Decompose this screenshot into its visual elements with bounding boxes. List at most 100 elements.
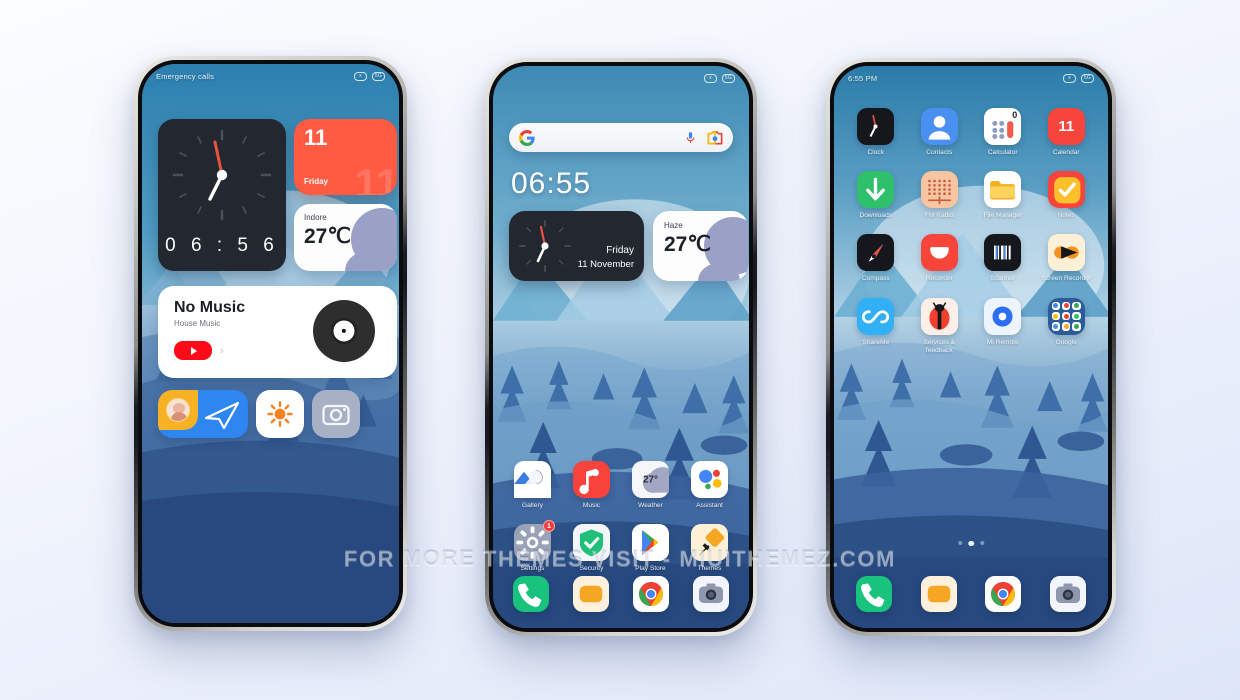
app-icon-security[interactable]: Security (562, 524, 621, 573)
themes-brush-icon (691, 524, 728, 562)
google-search-bar[interactable] (509, 123, 733, 152)
app-label: Notes (1057, 212, 1075, 220)
phone-2-status-bar: x 5G (493, 66, 749, 88)
app-icon-clock[interactable]: Clock (844, 108, 908, 157)
gear-icon: 1 (514, 520, 555, 562)
dock-icon-phone[interactable] (513, 576, 549, 612)
app-icon-gallery[interactable]: Gallery (503, 461, 562, 510)
status-icons: x 5G (703, 73, 735, 83)
app-icon-fm-radio[interactable]: FM Radio (908, 171, 972, 220)
dock-icon-chrome[interactable] (985, 576, 1022, 612)
app-icon-weather[interactable]: 27° Weather (621, 461, 680, 510)
shortcut-row (158, 390, 360, 438)
network-5g-icon: 5G (371, 71, 385, 81)
mi-remote-icon (984, 297, 1022, 335)
page-dot[interactable] (979, 541, 984, 546)
app-icon-calculator[interactable]: 0 Calculator (971, 108, 1035, 157)
app-icon-calendar[interactable]: 11 Calendar (1035, 108, 1099, 157)
music-widget[interactable]: No Music House Music › (158, 286, 397, 378)
app-icon-compass[interactable]: Compass (844, 234, 908, 283)
app-label: Clock (867, 149, 885, 156)
app-icon-screen-recorder[interactable]: Screen Recorder (1035, 234, 1099, 283)
app-icon-google[interactable]: Google (1035, 297, 1099, 355)
status-time-label: 6:55 PM (848, 73, 878, 83)
app-label: Compass (861, 275, 890, 283)
brightness-shortcut[interactable] (256, 390, 304, 438)
app-label: Settings (520, 565, 545, 573)
recorder-icon (920, 234, 958, 272)
contact-avatar-badge (158, 390, 198, 430)
status-icons: x 5G (353, 71, 385, 81)
clock-face (158, 119, 286, 231)
phone-3-screen: 6:55 PM x 5G Clock Contacts 0 Calculator 11 C… (834, 66, 1108, 628)
mute-icon: x (353, 71, 367, 81)
google-lens-icon[interactable] (707, 130, 723, 145)
google-folder-icon (1047, 297, 1085, 335)
page-dot[interactable] (968, 540, 974, 546)
sun-icon (267, 401, 293, 427)
weather-widget[interactable]: Indore 27℃ (294, 204, 397, 271)
app-label: Recorder (925, 275, 953, 283)
app-icon-music[interactable]: Music (562, 461, 621, 510)
app-grid: Clock Contacts 0 Calculator 11 Calendar Downlo… (844, 108, 1098, 355)
weather-temp-label: 27℃ (304, 225, 351, 248)
analog-clock-widget[interactable]: Friday 11 November (509, 211, 644, 281)
calendar-widget[interactable]: 11 11 Friday (294, 119, 397, 195)
home-clock-label: 06:55 (511, 167, 592, 200)
digital-time-label: 0 6 : 5 6 (165, 235, 279, 256)
dock-icon-messages[interactable] (573, 576, 609, 612)
app-label: Security (579, 565, 604, 573)
app-icon-play-store[interactable]: Play Store (621, 524, 680, 573)
barcode-scanner-icon (984, 234, 1022, 272)
folder-icon (984, 171, 1022, 209)
app-icon-file-manager[interactable]: File Manager (971, 171, 1035, 220)
app-icon-themes[interactable]: Themes (680, 524, 739, 573)
app-label: FM Radio (924, 212, 954, 220)
app-icon-services-feedback[interactable]: Services & feedback (908, 297, 972, 355)
page-dot[interactable] (958, 541, 963, 546)
vinyl-record-art (313, 300, 375, 362)
music-note-icon (573, 461, 610, 498)
clock-date-label: 11 November (577, 259, 634, 270)
phone-2-screen: x 5G 06:55 Friday 11 November Haze 27℃ G… (493, 66, 749, 628)
dock-icon-phone[interactable] (856, 576, 892, 612)
dock-icon-messages[interactable] (920, 576, 957, 612)
search-actions (684, 130, 723, 145)
app-grid: Gallery Music 27° Weather Assistant 1 Settings… (503, 461, 739, 573)
mic-icon[interactable] (684, 130, 697, 145)
phone-3-bezel: 6:55 PM x 5G Clock Contacts 0 Calculator 11 C… (830, 62, 1112, 632)
app-icon-shareme[interactable]: ShareMe (844, 297, 908, 355)
app-icon-notes[interactable]: Notes (1035, 171, 1099, 220)
youtube-music-button[interactable] (174, 341, 212, 360)
phone-1-bezel: Emergency calls x 5G 0 6: 5 6 11 11 Fri… (138, 60, 403, 627)
shareme-infinity-icon (857, 297, 895, 335)
weather-widget[interactable]: Haze 27℃ (653, 211, 748, 281)
phone-mockup-1: Emergency calls x 5G 0 6: 5 6 11 11 Fri… (134, 56, 407, 631)
app-icon-scanner[interactable]: Scanner (971, 234, 1035, 283)
app-icon-mi-remote[interactable]: Mi Remote (971, 297, 1035, 355)
app-icon-downloads[interactable]: Downloads (844, 171, 908, 220)
chevron-right-icon[interactable]: › (220, 345, 224, 357)
camera-shortcut[interactable] (312, 390, 360, 438)
app-icon-recorder[interactable]: Recorder (908, 234, 972, 283)
page-indicator[interactable] (958, 540, 984, 546)
app-icon-contacts[interactable]: Contacts (908, 108, 972, 157)
phone-1-screen: Emergency calls x 5G 0 6: 5 6 11 11 Fri… (142, 64, 399, 623)
app-label: Scanner (990, 275, 1016, 283)
avatar (166, 398, 190, 422)
telegram-plane-icon (204, 401, 240, 430)
app-label: Mi Remote (986, 338, 1019, 346)
app-icon-settings[interactable]: 1 Settings (503, 520, 562, 573)
telegram-shortcut[interactable] (158, 390, 248, 438)
app-label: Themes (697, 565, 722, 573)
phone-1-status-bar: Emergency calls x 5G (142, 64, 399, 86)
dock-icon-camera[interactable] (1049, 576, 1086, 612)
phone-mockup-2: x 5G 06:55 Friday 11 November Haze 27℃ G… (485, 58, 757, 636)
app-label: Calculator (987, 149, 1018, 156)
analog-clock-widget[interactable]: 0 6 : 5 6 (158, 119, 286, 271)
weather-temp-label: 27℃ (664, 233, 711, 256)
app-icon-assistant[interactable]: Assistant (680, 461, 739, 510)
dock-icon-camera[interactable] (693, 576, 729, 612)
dock-icon-chrome[interactable] (633, 576, 669, 612)
app-label: ShareMe (862, 338, 890, 346)
